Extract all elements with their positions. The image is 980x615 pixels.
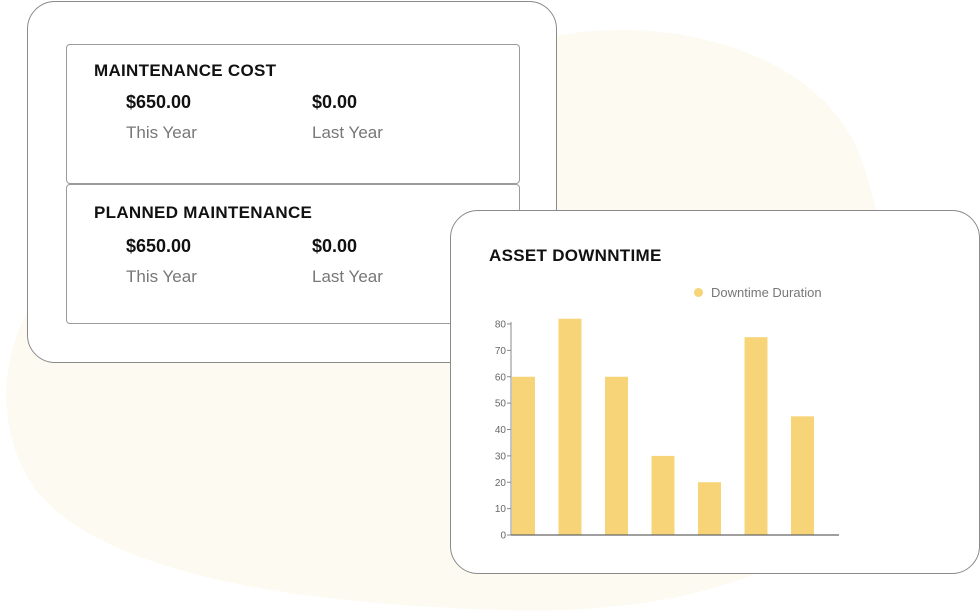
y-tick-label: 40: [495, 425, 507, 436]
y-tick-label: 20: [495, 478, 507, 489]
planned-maintenance-this-year-value: $650.00: [126, 236, 192, 256]
downtime-bar: [558, 318, 582, 535]
downtime-bar: [605, 376, 628, 535]
maintenance-cost-last-year-label: Last Year: [312, 123, 383, 142]
maintenance-cost-this-year-value: $650.00: [126, 92, 192, 112]
asset-downtime-card: ASSET DOWNNTIME Downtime Duration 0 10 20 3…: [450, 210, 980, 574]
y-tick-label: 80: [495, 320, 507, 331]
y-tick-label: 60: [495, 372, 507, 383]
planned-maintenance-last-year-label: Last Year: [312, 267, 383, 286]
planned-maintenance-this-year-label: This Year: [126, 267, 197, 286]
y-tick-label: 70: [495, 346, 507, 357]
downtime-bar: [651, 455, 675, 535]
downtime-bar: [698, 482, 721, 535]
planned-maintenance-title: PLANNED MAINTENANCE: [94, 203, 313, 222]
downtime-bar: [512, 376, 535, 535]
y-tick-label: 0: [500, 531, 506, 542]
downtime-bar: [791, 416, 814, 535]
planned-maintenance-last-year-value: $0.00: [312, 236, 358, 256]
downtime-bar: [744, 337, 768, 535]
maintenance-cost-this-year-label: This Year: [126, 123, 197, 142]
maintenance-cost-last-year-value: $0.00: [312, 92, 358, 112]
y-tick-label: 30: [495, 451, 507, 462]
maintenance-cost-panel: MAINTENANCE COST $650.00 This Year $0.00…: [66, 44, 520, 184]
downtime-bar-chart: 0 10 20 30 40 50 60 70 80: [495, 318, 839, 542]
maintenance-cost-title: MAINTENANCE COST: [94, 61, 277, 80]
y-tick-label: 10: [495, 504, 507, 515]
y-tick-label: 50: [495, 399, 507, 410]
